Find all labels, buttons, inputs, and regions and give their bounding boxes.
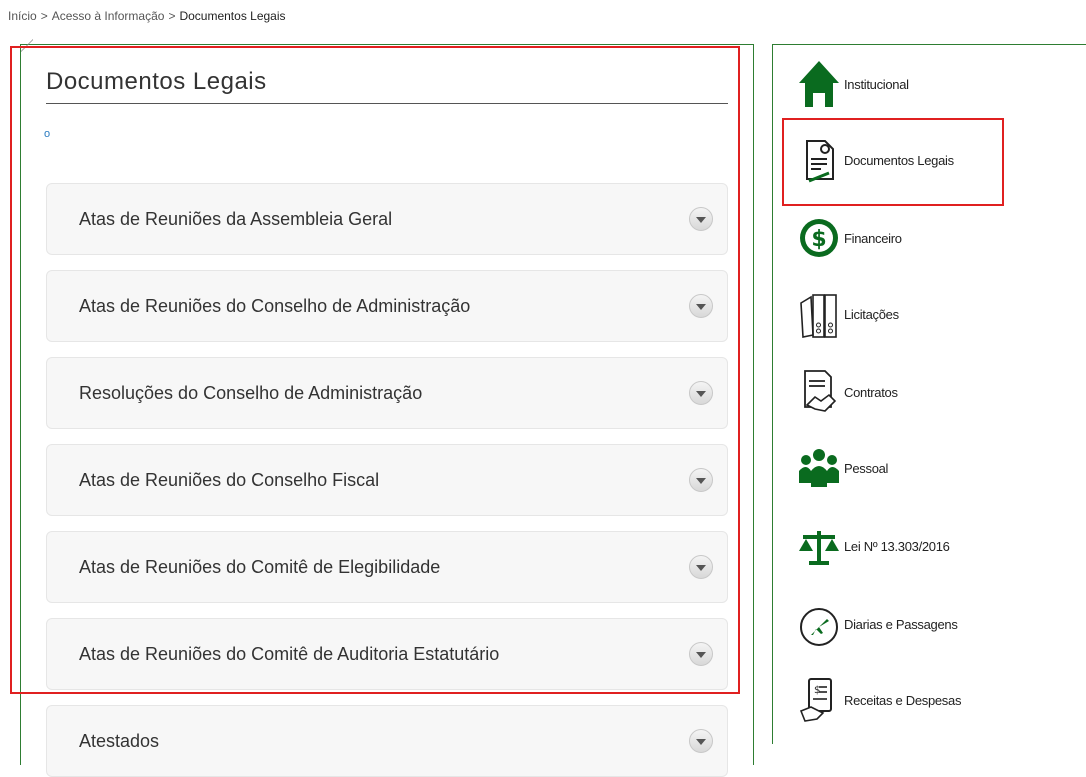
sidebar-item-pessoal[interactable]: Pessoal <box>796 440 888 496</box>
sidebar-item-institucional[interactable]: Institucional <box>796 56 909 112</box>
accordion-comite-auditoria[interactable]: Atas de Reuniões do Comitê de Auditoria … <box>46 618 728 690</box>
accordion-label: Atas de Reuniões do Conselho de Administ… <box>79 295 471 316</box>
accordion-label: Atas de Reuniões do Comitê de Auditoria … <box>79 643 500 664</box>
accordion-label: Atestados <box>79 730 160 751</box>
accordion-conselho-administracao[interactable]: Atas de Reuniões do Conselho de Administ… <box>46 270 728 342</box>
breadcrumb: Início > Acesso à Informação > Documentos Le… <box>8 9 286 23</box>
house-icon <box>796 59 842 109</box>
chevron-down-icon[interactable] <box>689 294 713 318</box>
accordion-atestados[interactable]: Atestados <box>46 705 728 777</box>
sidebar-item-diarias-passagens[interactable]: Diarias e Passagens <box>796 596 958 652</box>
dollar-icon: $ <box>796 213 842 263</box>
svg-text:$: $ <box>811 227 826 252</box>
people-icon <box>796 443 842 493</box>
chevron-down-icon[interactable] <box>689 381 713 405</box>
accordion-resolucoes-conselho[interactable]: Resoluções do Conselho de Administração <box>46 357 728 429</box>
chevron-down-icon[interactable] <box>689 729 713 753</box>
scales-icon <box>796 521 842 571</box>
sidebar-item-contratos[interactable]: Contratos <box>796 364 898 420</box>
airplane-icon <box>796 599 842 649</box>
breadcrumb-current: Documentos Legais <box>179 9 286 23</box>
accordion-label: Resoluções do Conselho de Administração <box>79 382 423 403</box>
accordion-comite-elegibilidade[interactable]: Atas de Reuniões do Comitê de Elegibilid… <box>46 531 728 603</box>
accordion-label: Atas de Reuniões do Conselho Fiscal <box>79 469 380 490</box>
chevron-down-icon[interactable] <box>689 555 713 579</box>
accordion-conselho-fiscal[interactable]: Atas de Reuniões do Conselho Fiscal <box>46 444 728 516</box>
legal-document-icon <box>796 135 842 185</box>
sidebar-item-lei-13303[interactable]: Lei Nº 13.303/2016 <box>796 518 950 574</box>
sidebar-item-receitas-despesas[interactable]: $ Receitas e Despesas <box>796 672 961 728</box>
accordion-label: Atas de Reuniões da Assembleia Geral <box>79 208 393 229</box>
sidebar-item-documentos-legais[interactable]: Documentos Legais <box>796 132 954 188</box>
sidebar-item-financeiro[interactable]: $ Financeiro <box>796 210 902 266</box>
accordion-assembleia-geral[interactable]: Atas de Reuniões da Assembleia Geral <box>46 183 728 255</box>
page-title: Documentos Legais <box>46 68 728 104</box>
page-marker: o <box>44 128 51 140</box>
breadcrumb-home[interactable]: Início <box>8 9 37 23</box>
chevron-down-icon[interactable] <box>689 468 713 492</box>
binders-icon <box>796 289 842 339</box>
sidebar-item-licitacoes[interactable]: Licitações <box>796 286 899 342</box>
contract-handshake-icon <box>796 367 842 417</box>
accordion-label: Atas de Reuniões do Comitê de Elegibilid… <box>79 556 441 577</box>
chevron-down-icon[interactable] <box>689 642 713 666</box>
breadcrumb-access[interactable]: Acesso à Informação <box>52 9 165 23</box>
chevron-down-icon[interactable] <box>689 207 713 231</box>
receipt-hand-icon: $ <box>796 675 842 725</box>
